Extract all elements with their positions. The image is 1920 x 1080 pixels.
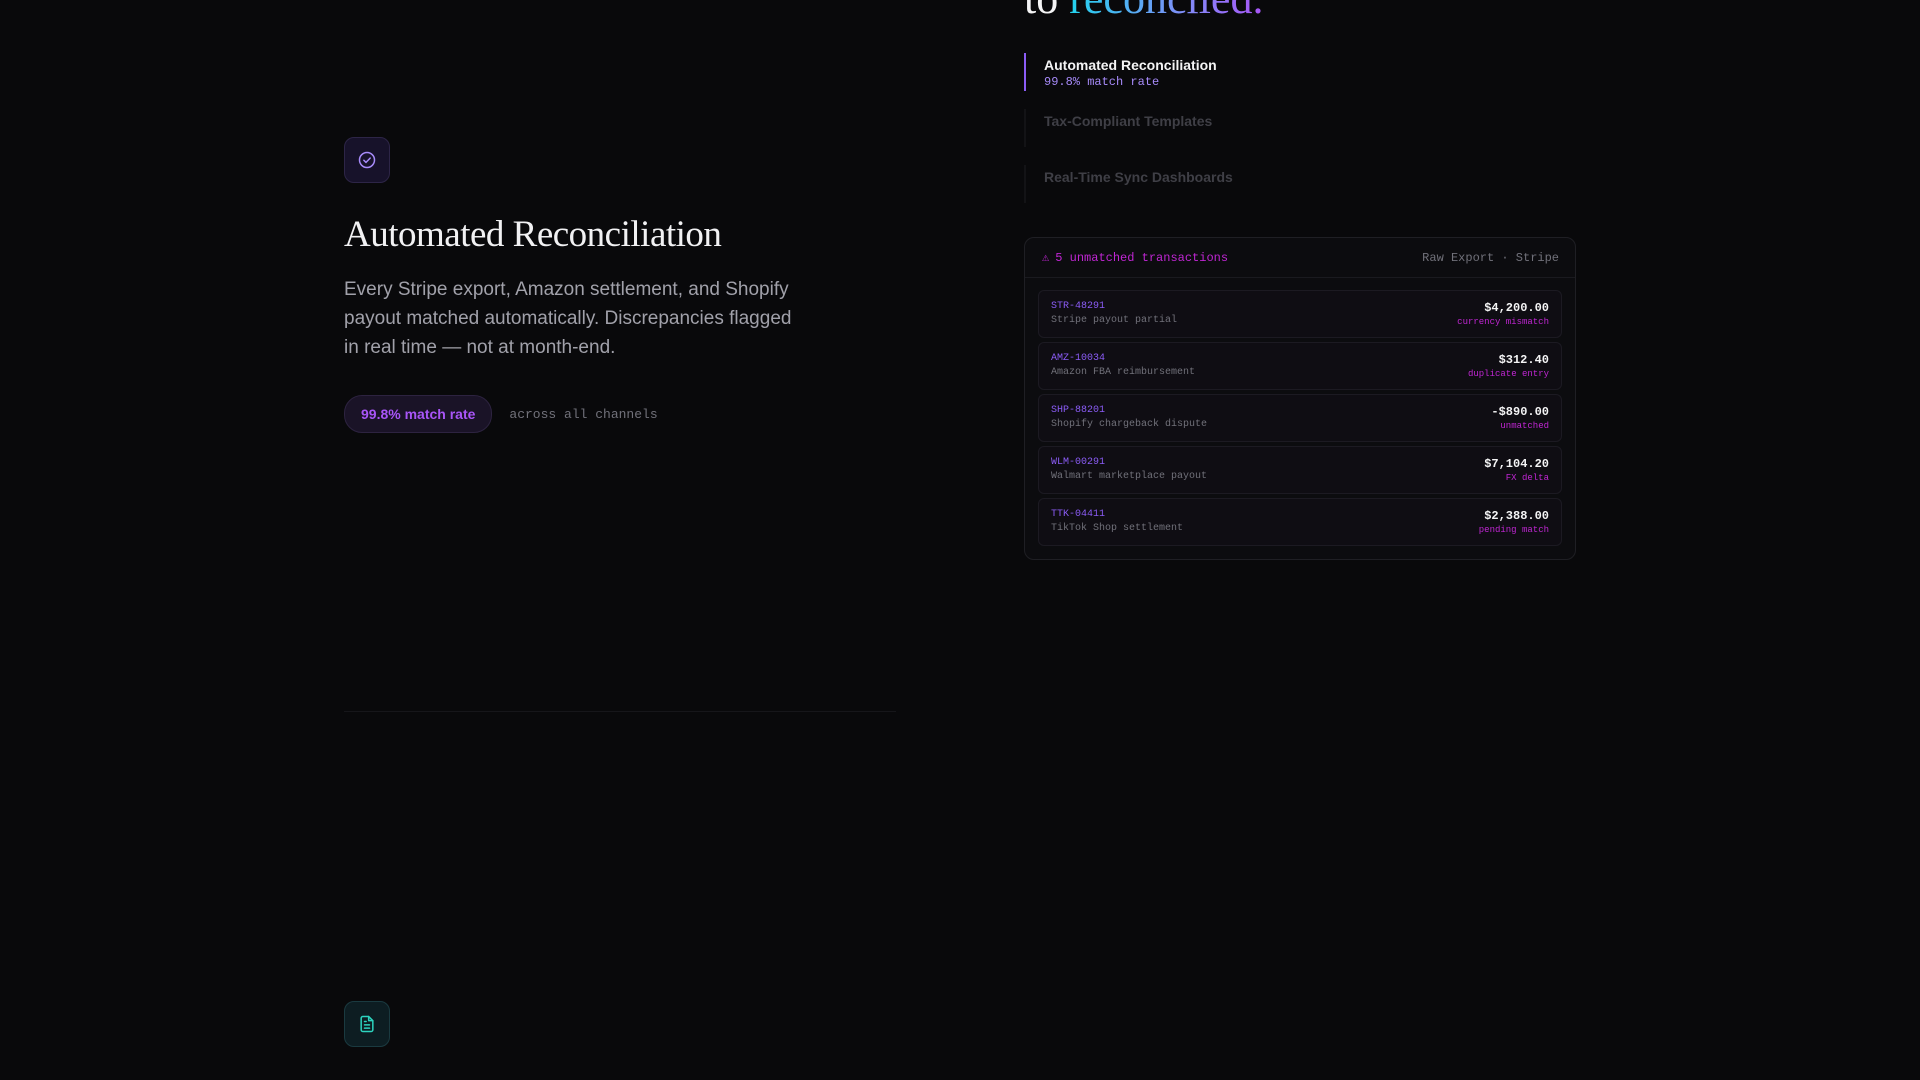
tab-tax-compliant-templates[interactable]: Tax-Compliant Templates bbox=[1024, 109, 1524, 147]
stat-row: 99.8% match rate across all channels bbox=[344, 395, 904, 434]
transaction-amount: $4,200.00 bbox=[1484, 301, 1549, 315]
tab-real-time-sync-dashboards[interactable]: Real-Time Sync Dashboards bbox=[1024, 165, 1524, 203]
feature-title: Automated Reconciliation bbox=[344, 214, 722, 255]
transaction-amount: $312.40 bbox=[1498, 353, 1549, 367]
document-icon bbox=[360, 1015, 374, 1033]
transaction-row[interactable]: STR-48291 Stripe payout partial $4,200.0… bbox=[1038, 290, 1562, 338]
match-rate-caption: across all channels bbox=[509, 406, 658, 422]
tab-title: Real-Time Sync Dashboards bbox=[1044, 169, 1233, 185]
transaction-status: FX delta bbox=[1505, 473, 1549, 483]
unmatched-alert: ⚠ 5 unmatched transactions bbox=[1042, 250, 1229, 266]
panel-source: Raw Export · Stripe bbox=[1422, 250, 1559, 265]
check-circle-icon bbox=[358, 151, 376, 169]
unmatched-count: 5 unmatched transactions bbox=[1055, 250, 1229, 265]
feature-detail: Automated Reconciliation Every Stripe ex… bbox=[344, 137, 904, 434]
transaction-id: SHP-88201 bbox=[1051, 405, 1106, 416]
feature-description: Every Stripe export, Amazon settlement, … bbox=[344, 279, 792, 359]
transaction-row[interactable]: WLM-00291 Walmart marketplace payout $7,… bbox=[1038, 446, 1562, 494]
feature-icon-box bbox=[344, 137, 390, 183]
transactions-panel: ⚠ 5 unmatched transactions Raw Export · … bbox=[1024, 237, 1576, 560]
transaction-id: WLM-00291 bbox=[1051, 457, 1106, 468]
feature-tabs: Automated Reconciliation 99.8% match rat… bbox=[1024, 53, 1524, 221]
transaction-status: pending match bbox=[1478, 525, 1549, 535]
transaction-description: Shopify chargeback dispute bbox=[1051, 419, 1208, 430]
section-headline: to reconciled. bbox=[1024, 0, 1263, 24]
transaction-status: duplicate entry bbox=[1467, 369, 1549, 379]
transaction-id: STR-48291 bbox=[1051, 301, 1106, 312]
tab-title: Tax-Compliant Templates bbox=[1044, 113, 1213, 129]
match-rate-badge: 99.8% match rate bbox=[344, 395, 493, 434]
panel-header: ⚠ 5 unmatched transactions Raw Export · … bbox=[1025, 238, 1575, 278]
transaction-id: AMZ-10034 bbox=[1051, 353, 1106, 364]
transaction-row[interactable]: TTK-04411 TikTok Shop settlement $2,388.… bbox=[1038, 498, 1562, 546]
headline-lead: to bbox=[1024, 0, 1058, 23]
transaction-status: currency mismatch bbox=[1457, 317, 1549, 327]
transaction-row[interactable]: SHP-88201 Shopify chargeback dispute -$8… bbox=[1038, 394, 1562, 442]
transaction-id: TTK-04411 bbox=[1051, 509, 1106, 520]
transaction-amount: $7,104.20 bbox=[1484, 457, 1549, 471]
next-feature-icon-box bbox=[344, 1001, 390, 1047]
transaction-description: Walmart marketplace payout bbox=[1051, 471, 1208, 482]
warning-icon: ⚠ bbox=[1042, 251, 1050, 265]
headline-accent: reconciled. bbox=[1069, 0, 1263, 23]
transaction-description: TikTok Shop settlement bbox=[1051, 523, 1184, 534]
transaction-amount: -$890.00 bbox=[1491, 405, 1549, 419]
transaction-amount: $2,388.00 bbox=[1484, 509, 1549, 523]
transaction-row[interactable]: AMZ-10034 Amazon FBA reimbursement $312.… bbox=[1038, 342, 1562, 390]
transaction-list: STR-48291 Stripe payout partial $4,200.0… bbox=[1025, 278, 1575, 546]
transaction-description: Amazon FBA reimbursement bbox=[1051, 367, 1196, 378]
section-divider bbox=[344, 711, 896, 712]
tab-subtitle: 99.8% match rate bbox=[1044, 75, 1160, 89]
tab-title: Automated Reconciliation bbox=[1044, 57, 1217, 73]
tab-automated-reconciliation[interactable]: Automated Reconciliation 99.8% match rat… bbox=[1024, 53, 1524, 91]
page: Automated Reconciliation Every Stripe ex… bbox=[0, 0, 1920, 1080]
transaction-description: Stripe payout partial bbox=[1051, 315, 1178, 326]
transaction-status: unmatched bbox=[1500, 421, 1549, 431]
